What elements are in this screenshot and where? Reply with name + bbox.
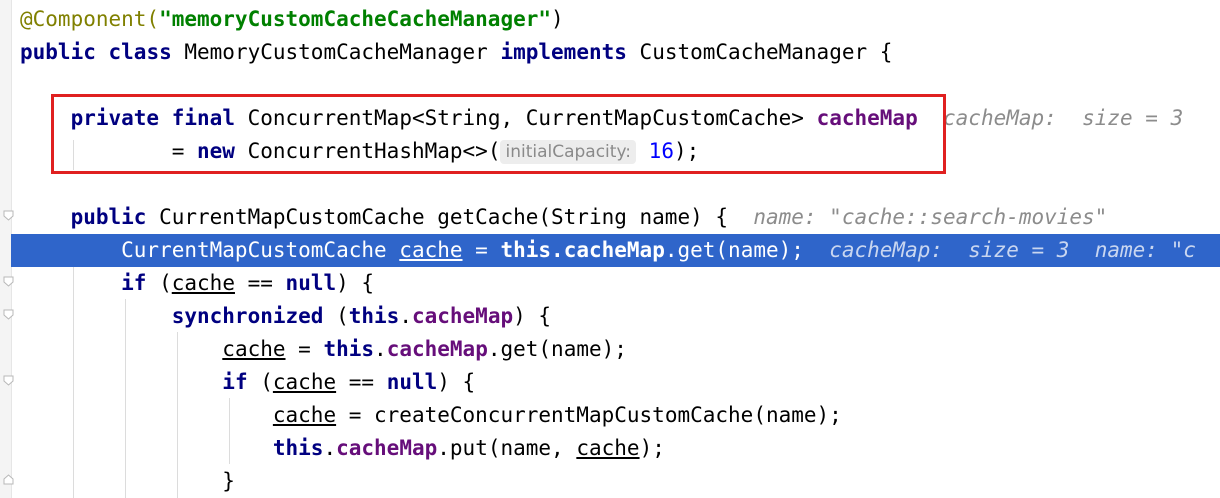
local-variable: cache xyxy=(272,403,337,427)
debug-inlay-hint: cacheMap: size = 3 xyxy=(943,106,1184,130)
code-token: . xyxy=(399,304,412,328)
local-variable: cache xyxy=(171,271,235,295)
code-line[interactable]: public class MemoryCustomCacheManager im… xyxy=(20,36,892,69)
keyword: new xyxy=(197,139,235,163)
number-literal: 16 xyxy=(648,139,674,163)
keyword: this xyxy=(323,337,375,361)
field-reference: cacheMap xyxy=(816,106,918,130)
code-token: ( xyxy=(247,370,273,394)
code-line[interactable]: public CurrentMapCustomCache getCache(St… xyxy=(20,201,1108,234)
keyword: final xyxy=(171,106,235,130)
code-line[interactable]: private final ConcurrentMap<String, Curr… xyxy=(20,102,1184,135)
local-variable: cache xyxy=(576,436,640,460)
field-reference: cacheMap xyxy=(563,238,665,262)
keyword: if xyxy=(222,370,248,394)
keyword: if xyxy=(121,271,147,295)
code-token: ConcurrentMap<String, CurrentMapCustomCa… xyxy=(234,106,817,130)
code-line[interactable]: cache = this.cacheMap.get(name); xyxy=(20,333,627,366)
keyword: synchronized xyxy=(171,304,324,328)
code-token: ) xyxy=(551,7,564,31)
annotation: @Component( xyxy=(20,7,160,31)
code-token: CurrentMapCustomCache getCache(String na… xyxy=(146,205,754,229)
code-token: .put(name, xyxy=(437,436,577,460)
code-token: = createConcurrentMapCustomCache(name); xyxy=(336,403,842,427)
code-token: == xyxy=(336,370,387,394)
keyword: this xyxy=(500,238,552,262)
keyword: this xyxy=(348,304,400,328)
code-token: MemoryCustomCacheManager xyxy=(171,40,501,64)
code-line[interactable]: @Component("memoryCustomCacheCacheManage… xyxy=(20,3,564,36)
local-variable: cache xyxy=(222,337,286,361)
code-line[interactable]: this.cacheMap.put(name, cache); xyxy=(20,432,665,465)
code-line[interactable]: if (cache == null) { xyxy=(20,366,475,399)
code-token: ( xyxy=(323,304,349,328)
keyword: class xyxy=(108,40,172,64)
field-reference: cacheMap xyxy=(336,436,438,460)
code-token: .get(name); xyxy=(487,337,627,361)
code-line[interactable]: synchronized (this.cacheMap) { xyxy=(20,300,551,333)
code-token: ) { xyxy=(336,271,375,295)
code-token: } xyxy=(20,469,235,493)
string-literal: "memoryCustomCacheCacheManager" xyxy=(159,7,552,31)
code-editor[interactable]: @Component("memoryCustomCacheCacheManage… xyxy=(0,0,1220,498)
code-token: ( xyxy=(146,271,172,295)
code-token: ) { xyxy=(513,304,552,328)
code-token: ); xyxy=(639,436,665,460)
debug-inlay-hint: cacheMap: size = 3 name: "c xyxy=(829,238,1196,262)
fold-icon[interactable] xyxy=(3,309,14,320)
code-token: = xyxy=(462,238,501,262)
code-line[interactable]: if (cache == null) { xyxy=(20,267,374,300)
fold-icon[interactable] xyxy=(3,276,14,287)
code-token: CustomCacheManager { xyxy=(626,40,893,64)
keyword: private xyxy=(70,106,160,130)
field-reference: cacheMap xyxy=(411,304,514,328)
code-token: = xyxy=(20,139,198,163)
code-line[interactable]: = new ConcurrentHashMap<>(initialCapacit… xyxy=(20,135,699,168)
parameter-hint: initialCapacity: xyxy=(500,140,637,164)
code-token: . xyxy=(374,337,387,361)
keyword: public xyxy=(70,205,147,229)
keyword: . xyxy=(551,238,564,262)
keyword: null xyxy=(386,370,438,394)
keyword: public xyxy=(20,40,96,64)
code-token: ) { xyxy=(437,370,476,394)
local-variable: cache xyxy=(272,370,337,394)
code-line[interactable]: cache = createConcurrentMapCustomCache(n… xyxy=(20,399,842,432)
field-reference: cacheMap xyxy=(386,337,488,361)
fold-icon[interactable] xyxy=(3,375,14,386)
keyword: implements xyxy=(500,40,627,64)
code-line[interactable]: } xyxy=(20,465,235,498)
code-token: ConcurrentHashMap<>( xyxy=(234,139,501,163)
code-token: = xyxy=(285,337,324,361)
code-token: == xyxy=(234,271,286,295)
fold-icon[interactable] xyxy=(3,474,14,485)
code-token: CurrentMapCustomCache xyxy=(20,238,400,262)
keyword: null xyxy=(285,271,337,295)
code-token: ); xyxy=(673,139,700,163)
keyword: this xyxy=(272,436,324,460)
debug-inlay-hint: name: "cache::search-movies" xyxy=(753,205,1108,229)
execution-line[interactable]: CurrentMapCustomCache cache = this.cache… xyxy=(11,234,1220,267)
code-token: . xyxy=(323,436,337,460)
fold-icon[interactable] xyxy=(3,210,14,221)
local-variable: cache xyxy=(399,238,463,262)
code-token: .get(name); xyxy=(664,238,830,262)
